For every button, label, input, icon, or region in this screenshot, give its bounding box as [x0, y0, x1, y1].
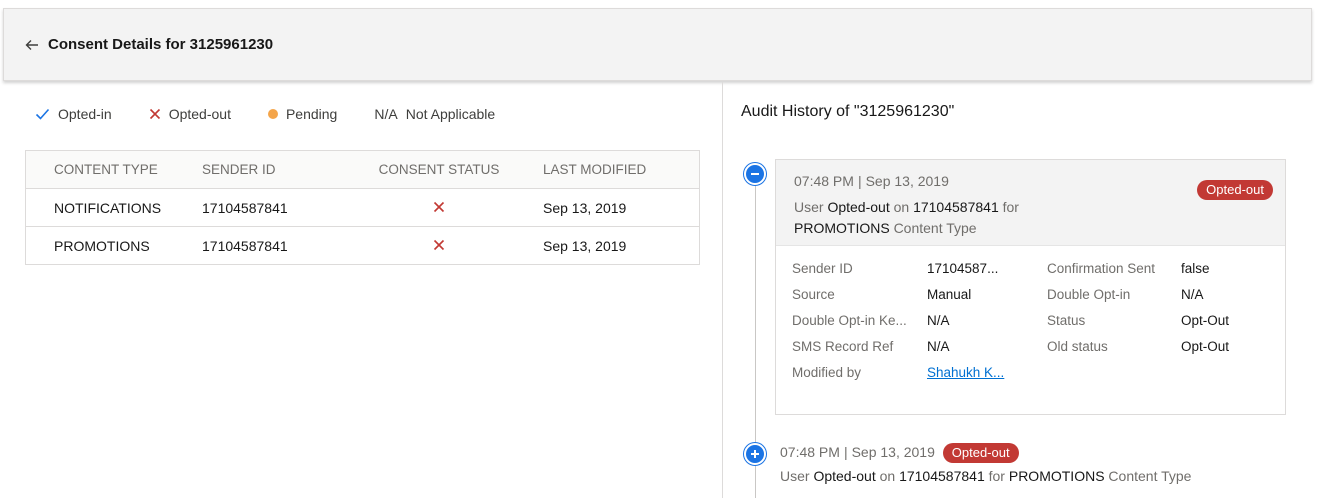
source-label: Source	[792, 287, 835, 302]
table-header-row: CONTENT TYPE SENDER ID CONSENT STATUS LA…	[26, 151, 699, 188]
opted-out-cross-icon	[370, 201, 508, 213]
page-header: Consent Details for 3125961230	[3, 8, 1312, 81]
column-header-last-modified[interactable]: LAST MODIFIED	[538, 162, 678, 177]
source-value: Manual	[927, 287, 972, 302]
entry-date: Sep 13, 2019	[865, 173, 949, 189]
legend-na-code: N/A	[374, 106, 398, 122]
opted-out-cross-icon	[370, 239, 508, 251]
audit-entry-header: 07:48 PM | Sep 13, 2019 User Opted-out on …	[776, 160, 1285, 246]
legend-not-applicable: N/A Not Applicable	[374, 106, 495, 122]
audit-entry-description: User Opted-out on 17104587841 for PROMOT…	[794, 197, 1285, 239]
status-badge: Opted-out	[1197, 180, 1273, 200]
content-type-cell: PROMOTIONS	[54, 237, 150, 254]
audit-history-title: Audit History of "3125961230"	[741, 103, 955, 120]
table-row[interactable]: NOTIFICATIONS 17104587841 Sep 13, 2019	[26, 188, 699, 226]
modified-by-label: Modified by	[792, 365, 862, 380]
column-header-sender-id[interactable]: SENDER ID	[202, 162, 370, 177]
table-row[interactable]: PROMOTIONS 17104587841 Sep 13, 2019	[26, 226, 699, 264]
checkmark-icon	[35, 108, 50, 120]
entry-time: 07:48 PM	[780, 444, 840, 460]
audit-entry-timestamp: 07:48 PM | Sep 13, 2019 Opted-out	[780, 443, 1191, 463]
status-badge: Opted-out	[942, 443, 1019, 463]
content-type-cell: NOTIFICATIONS	[54, 199, 162, 216]
minus-icon	[750, 166, 760, 182]
pending-dot-icon	[267, 109, 278, 119]
sender-id-cell: 17104587841	[202, 199, 288, 216]
last-modified-cell: Sep 13, 2019	[543, 237, 627, 254]
status-label: Status	[1047, 313, 1086, 328]
cross-icon	[149, 108, 161, 120]
legend-opted-out: Opted-out	[149, 106, 231, 122]
desc-for: for	[1002, 199, 1019, 215]
timestamp-separator: |	[843, 444, 848, 460]
collapse-entry-button[interactable]	[744, 163, 766, 185]
old-status-value: Opt-Out	[1181, 339, 1230, 354]
legend-pending: Pending	[267, 106, 338, 122]
desc-sender: 17104587841	[899, 468, 985, 484]
consent-panel: Opted-in Opted-out Pending N/A Not Appli…	[0, 82, 722, 498]
legend-label: Pending	[285, 106, 338, 122]
desc-on: on	[893, 199, 910, 215]
legend-label: Opted-out	[168, 106, 231, 122]
timestamp-separator: |	[857, 173, 862, 189]
desc-user: User	[794, 199, 824, 215]
double-optin-label: Double Opt-in	[1047, 287, 1131, 302]
plus-icon	[750, 446, 760, 462]
old-status-label: Old status	[1047, 339, 1108, 354]
sender-id-value: 17104587...	[927, 261, 999, 276]
column-header-content-type[interactable]: CONTENT TYPE	[26, 162, 202, 177]
page-title: Consent Details for 3125961230	[48, 36, 274, 53]
audit-entry-description: User Opted-out on 17104587841 for PROMOT…	[780, 466, 1191, 487]
entry-time: 07:48 PM	[794, 173, 854, 189]
consent-status-cell	[370, 238, 538, 254]
desc-action: Opted-out	[813, 468, 876, 484]
desc-action: Opted-out	[827, 199, 890, 215]
consent-status-cell	[370, 200, 538, 216]
desc-content-type: Content Type	[1108, 468, 1192, 484]
audit-entry-details: Sender ID 17104587... Confirmation Sent …	[776, 246, 1285, 380]
confirmation-sent-value: false	[1181, 261, 1210, 276]
entry-date: Sep 13, 2019	[851, 444, 935, 460]
confirmation-sent-label: Confirmation Sent	[1047, 261, 1156, 276]
modified-by-link[interactable]: Shahukh K...	[927, 365, 1047, 380]
legend-label: Not Applicable	[405, 106, 496, 122]
desc-user: User	[780, 468, 810, 484]
consent-table: CONTENT TYPE SENDER ID CONSENT STATUS LA…	[25, 150, 700, 265]
sender-id-cell: 17104587841	[202, 237, 288, 254]
legend-opted-in: Opted-in	[35, 106, 112, 122]
audit-entry-card: 07:48 PM | Sep 13, 2019 User Opted-out on …	[775, 159, 1286, 415]
double-optin-key-value: N/A	[927, 313, 950, 328]
legend-label: Opted-in	[58, 106, 112, 122]
double-optin-key-label: Double Opt-in Ke...	[792, 313, 907, 328]
desc-for: for	[988, 468, 1005, 484]
back-arrow-icon[interactable]	[24, 37, 40, 53]
sms-record-ref-value: N/A	[927, 339, 950, 354]
double-optin-value: N/A	[1181, 287, 1204, 302]
sms-record-ref-label: SMS Record Ref	[792, 339, 894, 354]
status-legend: Opted-in Opted-out Pending N/A Not Appli…	[35, 106, 532, 122]
desc-on: on	[879, 468, 896, 484]
last-modified-cell: Sep 13, 2019	[543, 199, 627, 216]
expand-entry-button[interactable]	[744, 443, 766, 465]
desc-content-type-value: PROMOTIONS	[794, 220, 890, 236]
audit-history-panel: Audit History of "3125961230" 07:48 PM | S…	[723, 82, 1317, 498]
desc-content-type: Content Type	[893, 220, 977, 236]
column-header-consent-status[interactable]: CONSENT STATUS	[370, 162, 538, 177]
desc-content-type-value: PROMOTIONS	[1008, 468, 1105, 484]
desc-sender: 17104587841	[913, 199, 999, 215]
status-value: Opt-Out	[1181, 313, 1230, 328]
audit-entry-collapsed: 07:48 PM | Sep 13, 2019 Opted-out User Opt…	[780, 443, 1191, 487]
sender-id-label: Sender ID	[792, 261, 853, 276]
